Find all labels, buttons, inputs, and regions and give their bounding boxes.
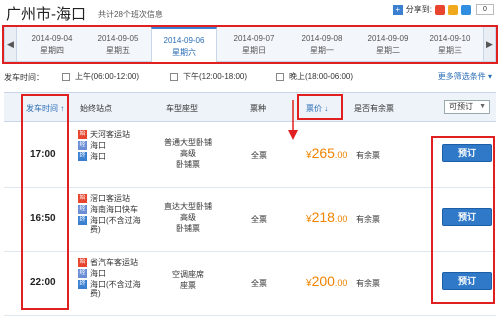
share-plus-icon[interactable]: +: [392, 4, 403, 15]
vehicle-class: 高级: [180, 149, 196, 158]
table-row: 16:50 始滘口客运站 经海南海口快车 终海口(不含过海费) 直达大型卧铺 高…: [4, 188, 496, 252]
seat-type: 卧铺票: [176, 160, 200, 169]
via-badge-icon: 经: [78, 269, 87, 278]
via-badge-icon: 经: [78, 205, 87, 214]
ticket-type: 全票: [251, 215, 267, 224]
table-header: 发车时间 ↑ 始终站点 车型座型 票种 票价 ↓ 是否有余票 可预订 ▼: [4, 92, 496, 122]
stop-item: 始滘口客运站: [78, 194, 148, 203]
header-availability: 是否有余票: [354, 104, 394, 113]
qzone-icon[interactable]: [448, 4, 458, 15]
end-badge-icon: 终: [78, 280, 87, 289]
availability-status: 有余票: [356, 215, 380, 224]
vehicle-type: 空调座席: [172, 270, 204, 279]
checkbox[interactable]: [62, 72, 70, 81]
stop-name: 天河客运站: [90, 130, 130, 139]
price: ¥200.00: [306, 273, 347, 289]
schedule-count: 共计28个班次信息: [98, 10, 163, 19]
vehicle-type: 直达大型卧铺: [164, 202, 212, 211]
page-title: 广州市-海口: [6, 6, 86, 23]
checkbox[interactable]: [276, 72, 284, 81]
vehicle-info: 直达大型卧铺 高级 卧铺票: [154, 201, 222, 234]
start-badge-icon: 始: [78, 258, 87, 267]
price-decimal: .00: [334, 278, 348, 288]
qq-icon[interactable]: [461, 4, 471, 15]
start-badge-icon: 始: [78, 130, 87, 139]
price-decimal: .00: [334, 214, 348, 224]
end-badge-icon: 终: [78, 216, 87, 225]
table-row: 17:00 始天河客运站 经海口 终海口 普通大型卧铺 高级 卧铺票 全票 ¥2…: [4, 124, 496, 188]
stop-item: 经海南海口快车: [78, 205, 148, 214]
share-label[interactable]: 分享到:: [406, 4, 432, 15]
stop-item: 终海口(不含过海费): [78, 216, 148, 234]
stop-name: 海口: [90, 269, 106, 278]
weibo-icon[interactable]: [435, 4, 445, 15]
stop-name: 海口: [90, 141, 106, 150]
stop-item: 始天河客运站: [78, 130, 148, 139]
price-integer: 265: [311, 145, 335, 161]
filter-afternoon[interactable]: 下午(12:00-18:00): [170, 71, 247, 82]
seat-type: 座票: [180, 281, 196, 290]
table-row: 22:00 始省汽车客运站 经海口 终海口(不含过海费) 空调座席 座票 全票 …: [4, 252, 496, 316]
stop-name: 海南海口快车: [90, 205, 138, 214]
time-filter: 发车时间： 上午(06:00-12:00) 下午(12:00-18:00) 晚上…: [4, 68, 496, 84]
vehicle-info: 普通大型卧铺 高级 卧铺票: [154, 137, 222, 170]
filter-evening[interactable]: 晚上(18:00-06:00): [276, 71, 353, 82]
seat-type: 卧铺票: [176, 224, 200, 233]
share-area: + 分享到: 0: [392, 4, 494, 15]
date-bar-highlight: [2, 25, 498, 64]
ticket-type: 全票: [251, 151, 267, 160]
filter-option-label: 上午(06:00-12:00): [75, 72, 140, 81]
checkbox[interactable]: [170, 72, 178, 81]
header-stops: 始终站点: [80, 104, 112, 113]
share-count: 0: [476, 4, 494, 15]
filter-option-label: 下午(12:00-18:00): [183, 72, 248, 81]
stop-item: 始省汽车客运站: [78, 258, 148, 267]
stop-name: 海口(不含过海费): [90, 216, 141, 234]
stop-item: 终海口(不含过海费): [78, 280, 148, 298]
stop-name: 海口(不含过海费): [90, 280, 141, 298]
stop-list: 始省汽车客运站 经海口 终海口(不含过海费): [78, 258, 148, 300]
price-header-highlight: [297, 94, 343, 120]
availability-dropdown[interactable]: 可预订 ▼: [444, 100, 490, 114]
start-badge-icon: 始: [78, 194, 87, 203]
price-integer: 200: [311, 273, 335, 289]
availability-status: 有余票: [356, 279, 380, 288]
availability-status: 有余票: [356, 151, 380, 160]
vehicle-type: 普通大型卧铺: [164, 138, 212, 147]
stop-item: 经海口: [78, 141, 148, 150]
via-badge-icon: 经: [78, 141, 87, 150]
vehicle-class: 高级: [180, 213, 196, 222]
stop-name: 省汽车客运站: [90, 258, 138, 267]
price: ¥265.00: [306, 145, 347, 161]
stop-name: 滘口客运站: [90, 194, 130, 203]
vehicle-info: 空调座席 座票: [154, 269, 222, 291]
end-badge-icon: 终: [78, 152, 87, 161]
book-buttons-highlight: [431, 136, 495, 304]
price-integer: 218: [311, 209, 335, 225]
filter-morning[interactable]: 上午(06:00-12:00): [62, 71, 139, 82]
stop-item: 终海口: [78, 152, 148, 161]
dropdown-value: 可预订: [449, 102, 473, 111]
more-filters-link[interactable]: 更多筛选条件 ▾: [438, 71, 492, 82]
stop-list: 始天河客运站 经海口 终海口: [78, 130, 148, 163]
header-ticket: 票种: [250, 104, 266, 113]
stop-list: 始滘口客运站 经海南海口快车 终海口(不含过海费): [78, 194, 148, 236]
chevron-down-icon: ▼: [479, 103, 486, 110]
header-vehicle: 车型座型: [166, 104, 198, 113]
filter-label: 发车时间：: [4, 73, 44, 82]
down-arrow-icon: [288, 100, 298, 140]
title-bar: 广州市-海口 共计28个班次信息 + 分享到: 0: [0, 0, 500, 24]
price: ¥218.00: [306, 209, 347, 225]
filter-option-label: 晚上(18:00-06:00): [289, 72, 354, 81]
stop-item: 经海口: [78, 269, 148, 278]
time-column-highlight: [21, 94, 69, 310]
ticket-type: 全票: [251, 279, 267, 288]
stop-name: 海口: [90, 152, 106, 161]
price-decimal: .00: [334, 150, 348, 160]
